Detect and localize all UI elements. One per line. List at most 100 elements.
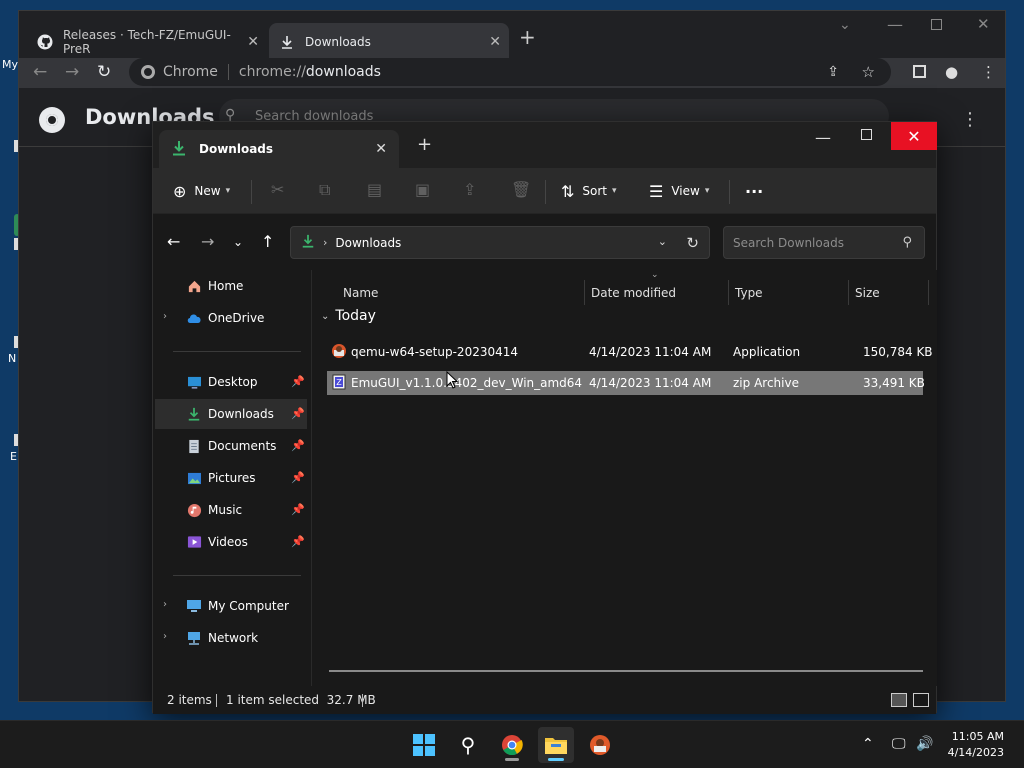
cut-icon[interactable]: ✂: [271, 180, 284, 199]
command-bar: ⊕ New ▾ ✂ ⧉ ▤ ▣ ⇪ 🗑 ⇅ Sort ▾ ☰ View ▾ ··…: [153, 168, 936, 214]
close-icon[interactable]: ✕: [489, 34, 501, 50]
more-icon[interactable]: ⋮: [961, 109, 979, 130]
pin-icon[interactable]: 📌: [291, 535, 305, 548]
close-window-button[interactable]: ✕: [891, 122, 937, 150]
rename-icon[interactable]: ▣: [415, 180, 430, 199]
new-button[interactable]: ⊕ New ▾: [173, 178, 230, 204]
chevron-down-icon[interactable]: ⌄: [839, 17, 851, 33]
clock-date: 4/14/2023: [947, 746, 1004, 759]
group-header-today[interactable]: ⌄ Today: [321, 308, 376, 324]
close-icon[interactable]: ✕: [977, 15, 990, 33]
pin-icon[interactable]: 📌: [291, 407, 305, 420]
start-button[interactable]: [406, 727, 442, 763]
column-header-name[interactable]: Name: [343, 278, 378, 308]
table-row[interactable]: qemu-w64-setup-20230414 4/14/2023 11:04 …: [327, 340, 933, 364]
chevron-right-icon[interactable]: ›: [163, 599, 167, 610]
file-explorer-window: Downloads ✕ + — ✕ ⊕ New ▾ ✂ ⧉ ▤ ▣ ⇪ 🗑 ⇅ …: [152, 121, 937, 714]
column-header-size[interactable]: Size: [855, 278, 880, 308]
search-input[interactable]: Search Downloads ⚲: [723, 226, 925, 259]
system-clock[interactable]: 11:05 AM 4/14/2023: [948, 729, 1004, 761]
chevron-down-icon[interactable]: ⌄: [658, 235, 667, 248]
sidebar-item-home[interactable]: Home: [155, 271, 307, 301]
search-button[interactable]: ⚲: [450, 727, 486, 763]
side-panel-icon[interactable]: [913, 65, 926, 78]
sidebar-item-pictures[interactable]: Pictures 📌: [155, 463, 307, 493]
chevron-up-icon[interactable]: ⌃: [862, 736, 874, 752]
menu-icon[interactable]: ⋮: [981, 63, 996, 81]
share-icon[interactable]: ⇪: [827, 64, 839, 80]
sidebar-item-onedrive[interactable]: › OneDrive: [155, 303, 307, 333]
forward-icon[interactable]: →: [65, 62, 79, 82]
share-icon[interactable]: ⇪: [463, 180, 476, 199]
sidebar-item-documents[interactable]: Documents 📌: [155, 431, 307, 461]
tab-releases[interactable]: Releases · Tech-FZ/EmuGUI-PreR ✕: [27, 23, 267, 61]
pin-icon[interactable]: 📌: [291, 503, 305, 516]
tiles-view-button[interactable]: [913, 693, 929, 707]
taskbar-file-explorer[interactable]: [538, 727, 574, 763]
taskbar: ⚲ ⌃ 🖵 🔊 11:05 AM 4/14/2023: [0, 720, 1024, 768]
sidebar-item-my-computer[interactable]: › My Computer: [155, 591, 307, 621]
bookmark-star-icon[interactable]: ☆: [862, 63, 875, 81]
sort-button[interactable]: ⇅ Sort ▾: [561, 178, 617, 204]
taskbar-qemu[interactable]: [582, 727, 618, 763]
new-tab-icon[interactable]: +: [417, 134, 432, 155]
pin-icon[interactable]: 📌: [291, 439, 305, 452]
chevron-down-icon: ▾: [704, 186, 710, 196]
omnibox[interactable]: Chrome chrome://downloads ⇪ ☆: [129, 58, 891, 86]
explorer-tab-label: Downloads: [199, 142, 274, 156]
file-type: Application: [733, 345, 801, 359]
chrome-logo-icon: [39, 107, 65, 133]
recent-locations-icon[interactable]: ⌄: [233, 235, 243, 249]
chevron-right-icon[interactable]: ›: [163, 631, 167, 642]
file-name: EmuGUI_v1.1.0.5402_dev_Win_amd64: [351, 376, 583, 390]
explorer-tab-downloads[interactable]: Downloads ✕: [159, 130, 399, 168]
maximize-icon[interactable]: [931, 19, 942, 30]
chevron-right-icon: ›: [323, 236, 328, 249]
forward-icon[interactable]: →: [201, 232, 214, 251]
breadcrumb[interactable]: Downloads: [335, 236, 401, 250]
close-icon[interactable]: ✕: [375, 141, 387, 157]
address-bar-row: ← → ⌄ ↑ › Downloads ⌄ ↻ Search Downloads…: [153, 214, 936, 270]
back-icon[interactable]: ←: [33, 62, 47, 82]
network-status-icon[interactable]: 🖵: [892, 736, 906, 752]
new-tab-icon[interactable]: +: [519, 25, 536, 49]
refresh-icon[interactable]: ↻: [686, 234, 699, 252]
maximize-icon[interactable]: [861, 129, 872, 140]
sidebar-item-videos[interactable]: Videos 📌: [155, 527, 307, 557]
up-icon[interactable]: ↑: [261, 232, 274, 251]
details-view-button[interactable]: [891, 693, 907, 707]
close-icon[interactable]: ✕: [247, 34, 259, 50]
profile-icon[interactable]: ●: [945, 63, 958, 81]
volume-icon[interactable]: 🔊: [916, 736, 933, 752]
taskbar-chrome[interactable]: [494, 727, 530, 763]
chrome-tabstrip: Releases · Tech-FZ/EmuGUI-PreR ✕ Downloa…: [19, 11, 1005, 61]
table-row[interactable]: Z EmuGUI_v1.1.0.5402_dev_Win_amd64 4/14/…: [327, 371, 925, 395]
sidebar-item-desktop[interactable]: Desktop 📌: [155, 367, 307, 397]
sidebar-item-network[interactable]: › Network: [155, 623, 307, 653]
item-count: 2 items: [167, 693, 212, 707]
sort-icon: ⇅: [561, 181, 575, 201]
column-header-type[interactable]: Type: [735, 278, 763, 308]
view-button[interactable]: ☰ View ▾: [649, 178, 709, 204]
file-size: 150,784 KB: [863, 345, 933, 359]
more-options-button[interactable]: ···: [745, 178, 763, 204]
desktop-icon: [186, 374, 202, 390]
paste-icon[interactable]: ▤: [367, 180, 382, 199]
pin-icon[interactable]: 📌: [291, 471, 305, 484]
back-icon[interactable]: ←: [167, 232, 180, 251]
tab-downloads[interactable]: Downloads ✕: [269, 23, 509, 61]
reload-icon[interactable]: ↻: [97, 62, 111, 82]
column-header-date[interactable]: Date modified: [591, 278, 676, 308]
minimize-icon[interactable]: —: [815, 128, 831, 147]
chevron-right-icon[interactable]: ›: [163, 311, 167, 322]
address-bar[interactable]: › Downloads ⌄ ↻: [290, 226, 710, 259]
delete-icon[interactable]: 🗑: [511, 180, 531, 199]
network-icon: [186, 630, 202, 646]
copy-icon[interactable]: ⧉: [319, 180, 330, 200]
minimize-icon[interactable]: —: [887, 15, 903, 34]
sidebar-item-music[interactable]: Music 📌: [155, 495, 307, 525]
sidebar-item-downloads[interactable]: Downloads 📌: [155, 399, 307, 429]
chevron-down-icon: ▾: [612, 186, 617, 196]
pin-icon[interactable]: 📌: [291, 375, 305, 388]
horizontal-scrollbar[interactable]: [329, 670, 923, 672]
